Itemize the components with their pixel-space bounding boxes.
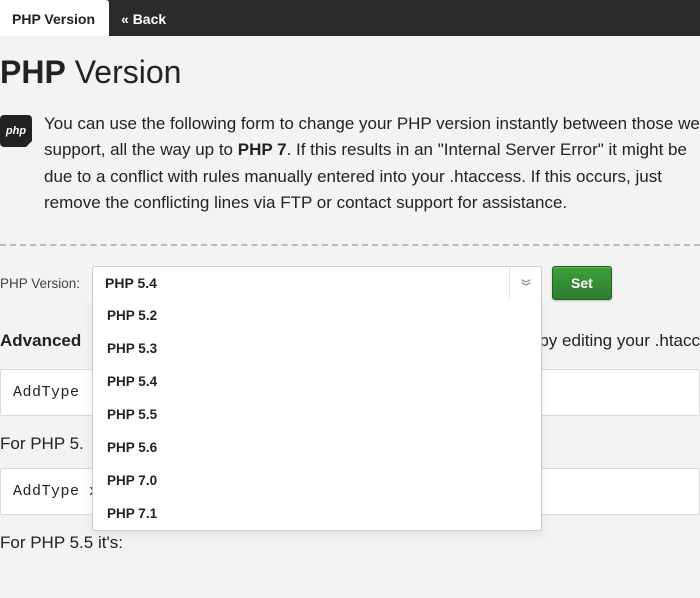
php-version-option[interactable]: PHP 7.0 — [93, 464, 541, 497]
page-title: PHP Version — [0, 54, 700, 91]
chevron-down-icon — [509, 267, 541, 299]
for-php-55-label: For PHP 5.5 it's: — [0, 533, 700, 553]
php-version-option[interactable]: PHP 5.5 — [93, 398, 541, 431]
tab-bar: PHP Version « Back — [0, 0, 700, 36]
php-version-option[interactable]: PHP 7.1 — [93, 497, 541, 530]
divider — [0, 244, 700, 246]
php-version-dropdown: PHP 5.2PHP 5.3PHP 5.4PHP 5.5PHP 5.6PHP 7… — [92, 299, 542, 531]
php-version-form: PHP Version: PHP 5.4 PHP 5.2PHP 5.3PHP 5… — [0, 266, 700, 300]
php-version-selected: PHP 5.4 — [105, 275, 157, 291]
set-button[interactable]: Set — [552, 266, 612, 300]
intro-row: php You can use the following form to ch… — [0, 111, 700, 236]
php-version-select-wrap: PHP 5.4 PHP 5.2PHP 5.3PHP 5.4PHP 5.5PHP … — [92, 266, 542, 300]
php-version-option[interactable]: PHP 5.6 — [93, 431, 541, 464]
page-title-rest: Version — [66, 54, 182, 90]
php-icon: php — [0, 115, 32, 147]
page-title-bold: PHP — [0, 54, 66, 90]
back-tab[interactable]: « Back — [109, 0, 180, 36]
php-version-select[interactable]: PHP 5.4 — [92, 266, 542, 300]
php-version-option[interactable]: PHP 5.3 — [93, 332, 541, 365]
php-version-label: PHP Version: — [0, 276, 80, 291]
intro-text: You can use the following form to change… — [44, 111, 700, 216]
php-version-option[interactable]: PHP 5.4 — [93, 365, 541, 398]
advanced-bold: Advanced — [0, 331, 81, 350]
content-area: PHP Version php You can use the followin… — [0, 36, 700, 553]
php-version-option[interactable]: PHP 5.2 — [93, 299, 541, 332]
tab-php-version[interactable]: PHP Version — [0, 0, 109, 36]
intro-bold: PHP 7 — [238, 140, 287, 159]
